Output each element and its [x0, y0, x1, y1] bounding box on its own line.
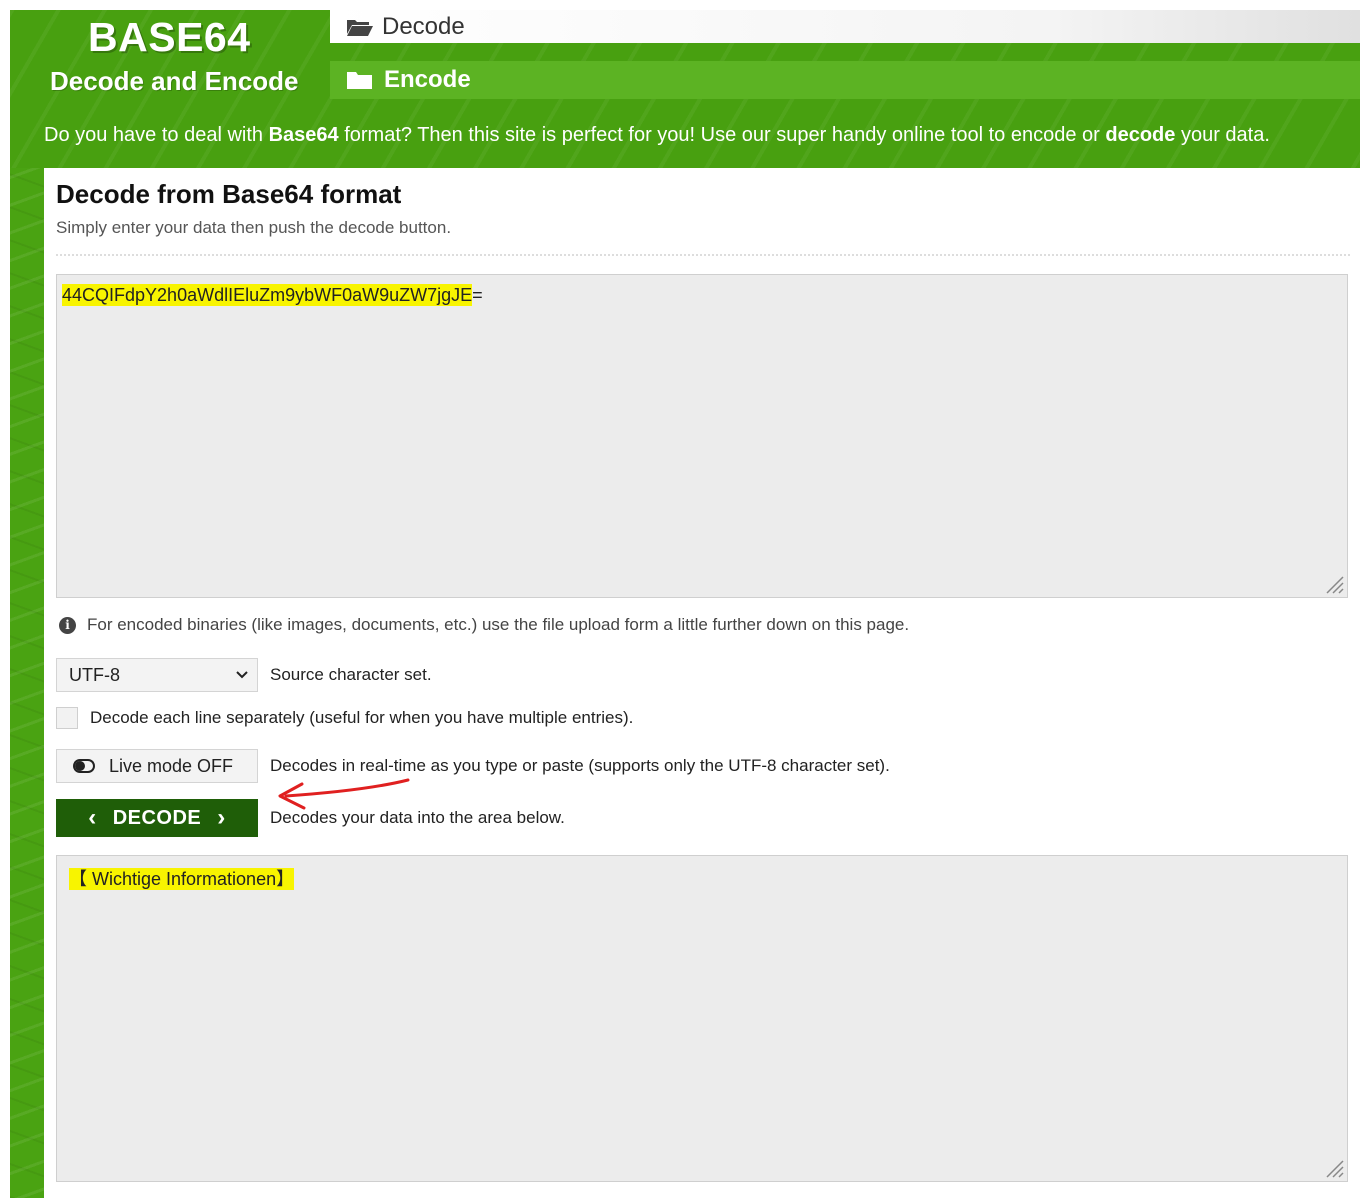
live-mode-description: Decodes in real-time as you type or past… [270, 756, 890, 775]
chevron-right-icon: › [217, 804, 226, 831]
info-icon: i [59, 616, 76, 634]
live-mode-label: Live mode OFF [109, 755, 234, 776]
decode-button[interactable]: ‹ DECODE › [56, 799, 258, 837]
decoded-output-textarea[interactable]: 【 Wichtige Informationen】 [56, 855, 1348, 1182]
folder-open-icon [347, 19, 373, 36]
nav-encode-label: Encode [384, 66, 471, 93]
output-value: 【 Wichtige Informationen】 [69, 865, 295, 891]
left-pattern-strip [10, 10, 44, 1198]
nav-decode-label: Decode [382, 12, 465, 40]
logo-subtitle: Decode and Encode [50, 66, 299, 96]
site-header: BASE64 Decode and Encode Decode Encode D… [10, 10, 1360, 168]
line-by-line-row: Decode each line separately (useful for … [56, 707, 633, 729]
logo[interactable]: BASE64 Decode and Encode [10, 10, 328, 110]
input-tail-text: = [472, 285, 483, 305]
toggle-off-icon [73, 759, 95, 773]
decode-each-line-checkbox[interactable] [56, 707, 78, 729]
charset-label: Source character set. [270, 665, 432, 684]
charset-row: UTF-8 Source character set. [56, 658, 432, 692]
separator [56, 254, 1350, 256]
nav-encode[interactable]: Encode [330, 61, 1360, 99]
info-note-text: For encoded binaries (like images, docum… [87, 615, 910, 634]
chevron-down-icon [236, 671, 248, 679]
charset-select[interactable]: UTF-8 [56, 658, 258, 692]
main-panel: Decode from Base64 format Simply enter y… [44, 168, 1360, 1198]
chevron-left-icon: ‹ [88, 804, 97, 831]
nav-decode[interactable]: Decode [330, 10, 1360, 43]
annotation-arrow-icon [278, 778, 410, 810]
page-subtitle: Simply enter your data then push the dec… [56, 218, 452, 237]
resize-grip-icon[interactable] [1323, 1157, 1345, 1179]
input-highlighted-text: 44CQIFdpY2h0aWdlIEluZm9ybWF0aW9uZW7jgJE [62, 284, 473, 306]
info-note: i For encoded binaries (like images, doc… [59, 615, 909, 635]
decode-each-line-label[interactable]: Decode each line separately (useful for … [90, 708, 633, 728]
live-mode-row: Live mode OFF Decodes in real-time as yo… [56, 749, 890, 783]
base64-input-textarea[interactable]: 44CQIFdpY2h0aWdlIEluZm9ybWF0aW9uZW7jgJE= [56, 274, 1348, 598]
charset-selected-value: UTF-8 [69, 664, 120, 685]
input-value: 44CQIFdpY2h0aWdlIEluZm9ybWF0aW9uZW7jgJE= [62, 284, 483, 306]
folder-icon [347, 72, 372, 89]
resize-grip-icon[interactable] [1323, 573, 1345, 595]
output-highlighted-text: 【 Wichtige Informationen】 [69, 868, 295, 890]
decode-button-label: DECODE [112, 806, 202, 829]
tagline-bold-base64: Base64 [268, 124, 339, 146]
tagline-bold-decode: decode [1105, 124, 1176, 146]
tagline: Do you have to deal with Base64 format? … [44, 124, 1270, 146]
page-title: Decode from Base64 format [56, 179, 402, 209]
logo-title: BASE64 [88, 14, 251, 60]
live-mode-button[interactable]: Live mode OFF [56, 749, 258, 783]
